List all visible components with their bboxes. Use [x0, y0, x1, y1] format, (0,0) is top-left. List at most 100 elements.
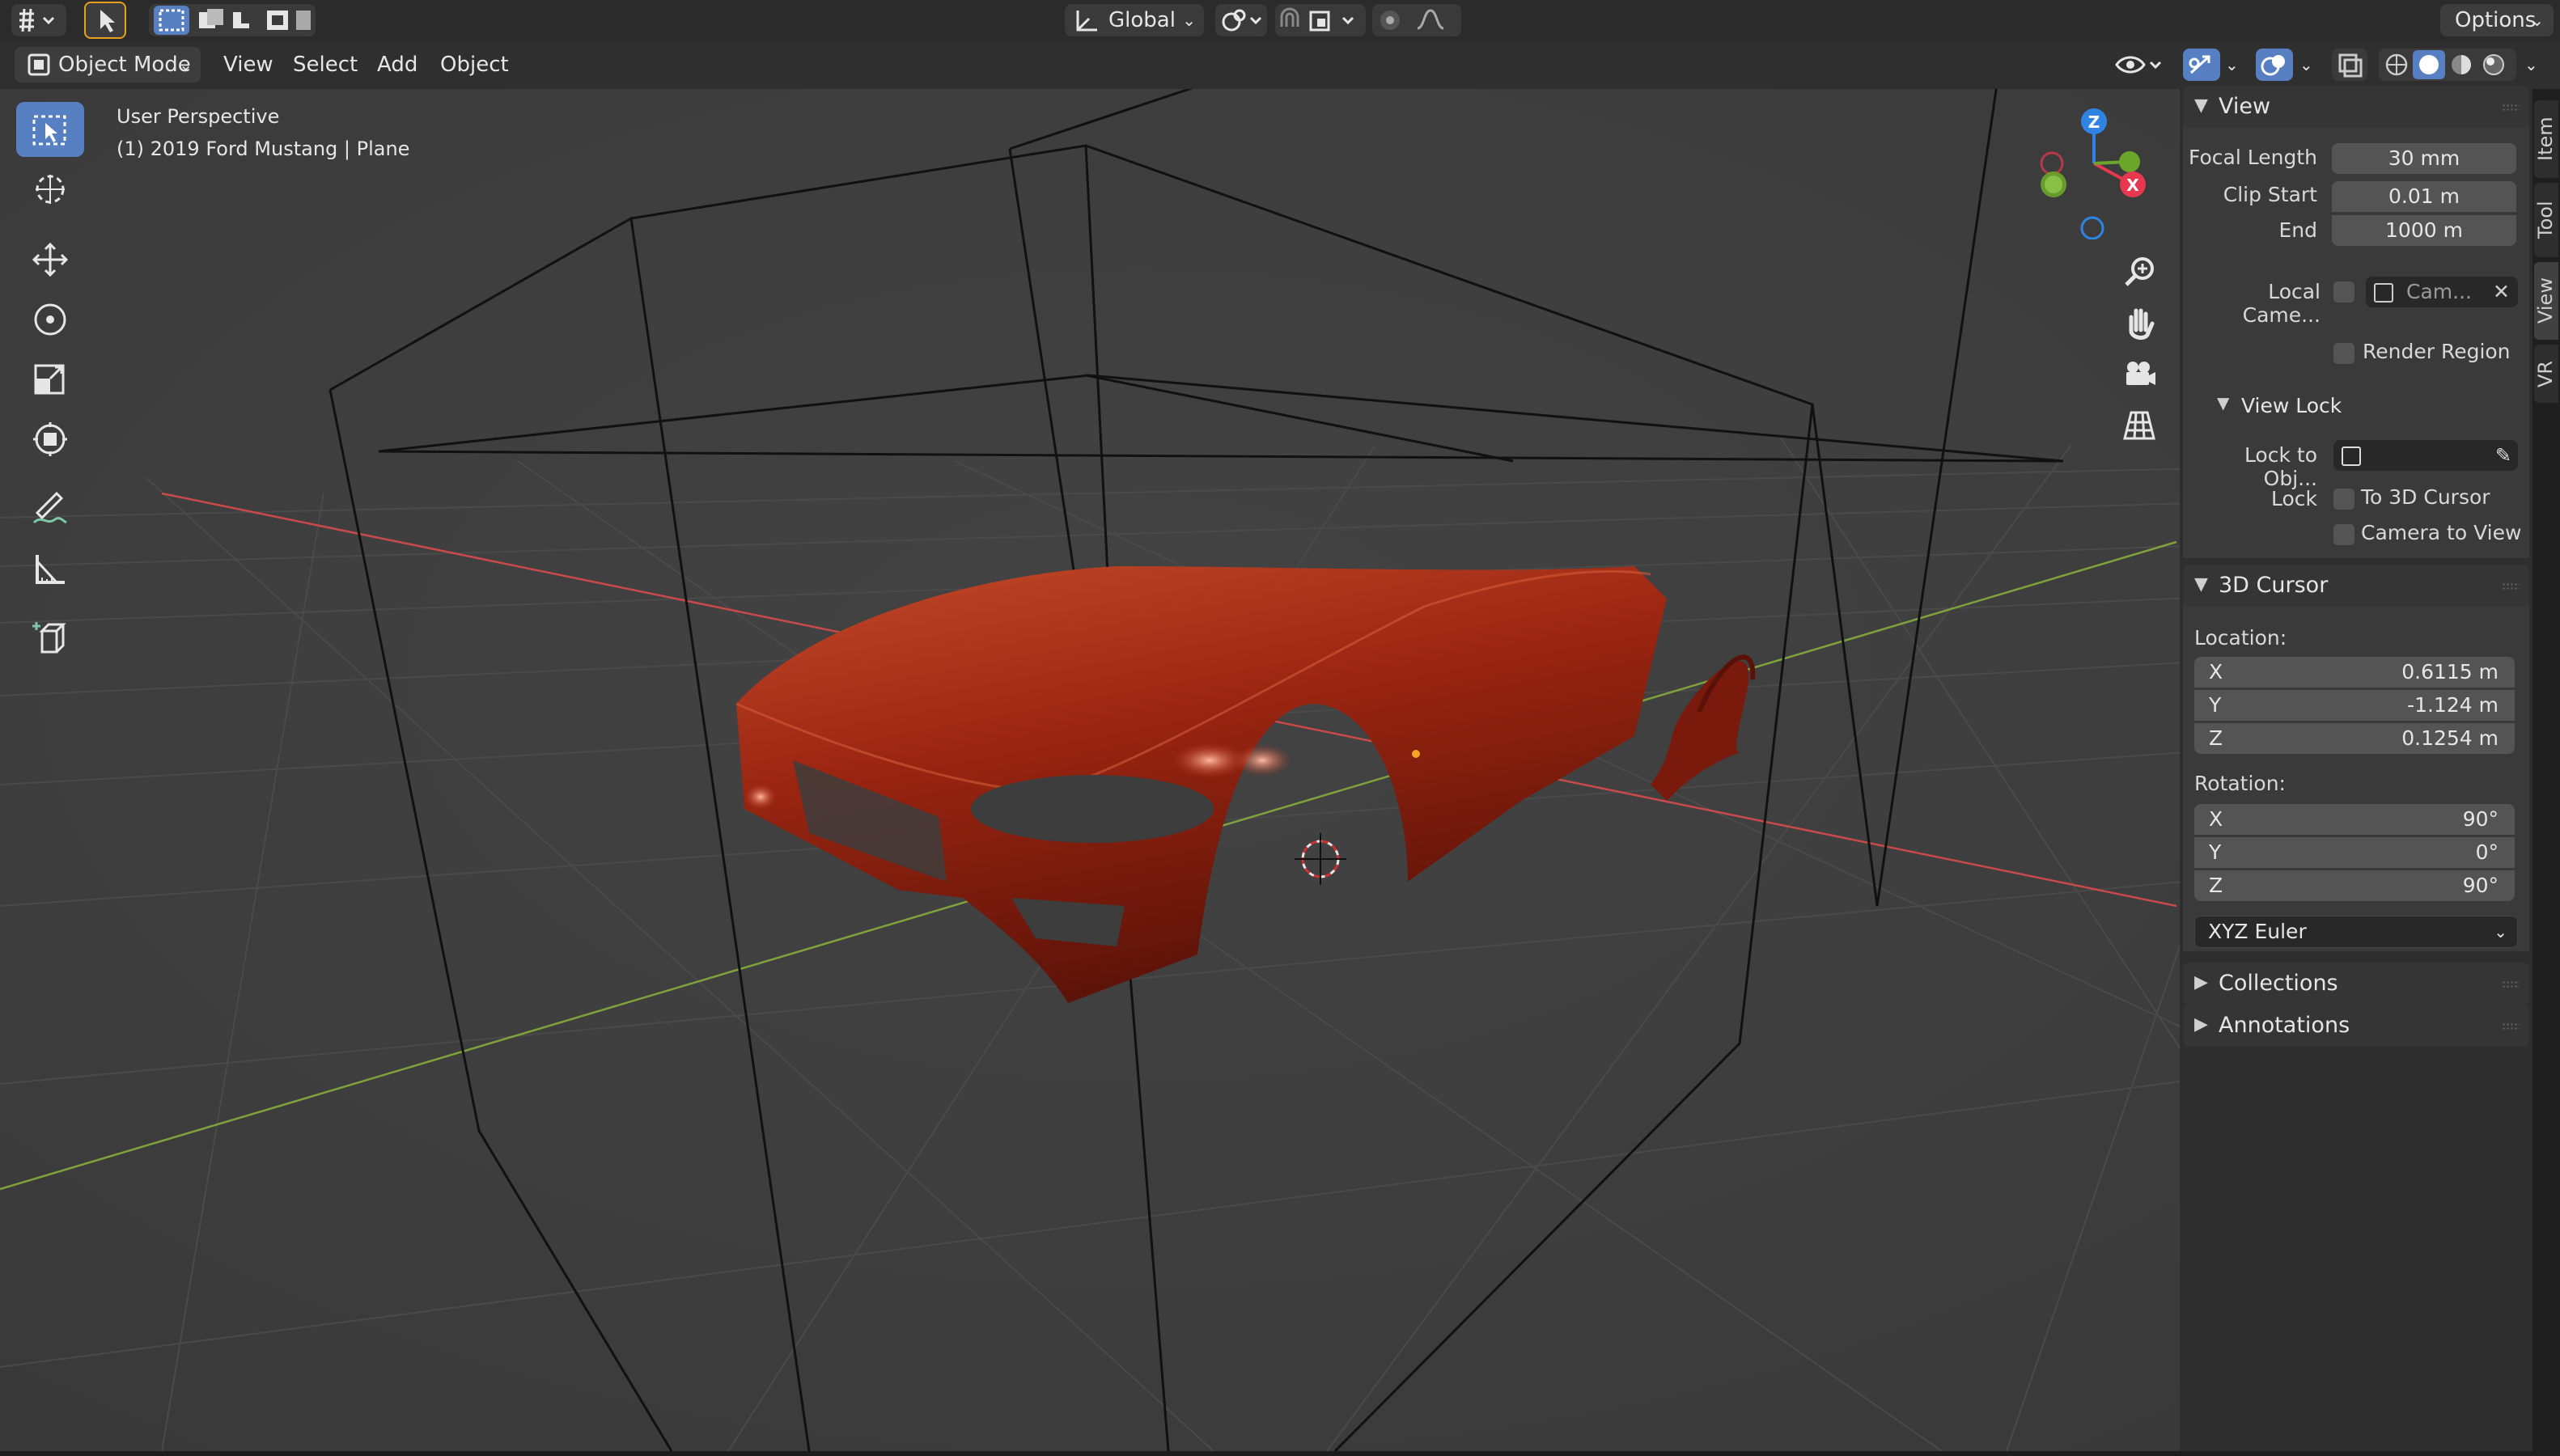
collections-panel-header[interactable]: ▶ Collections — [2183, 963, 2529, 1005]
tool-scale[interactable] — [16, 351, 84, 406]
tool-move[interactable] — [16, 231, 84, 286]
navigation-gizmo[interactable]: Z X — [2023, 102, 2152, 240]
editor-type-button[interactable] — [11, 4, 66, 36]
chevron-down-icon[interactable]: ⌄ — [2225, 47, 2239, 83]
location-z-field[interactable]: Z 0.1254 m — [2194, 723, 2515, 754]
visibility-dropdown[interactable] — [2112, 49, 2167, 81]
chevron-down-icon[interactable]: ⌄ — [2299, 47, 2313, 83]
gizmo-z-label: Z — [2088, 112, 2100, 132]
clip-end-field[interactable]: 1000 m — [2332, 215, 2516, 246]
bottom-status-strip — [0, 1451, 2560, 1456]
camera-to-view-checkbox[interactable] — [2333, 524, 2354, 545]
axis-label: Y — [2209, 693, 2222, 717]
tool-add-cube[interactable] — [16, 610, 84, 665]
chevron-down-icon: ⌄ — [179, 55, 193, 74]
zoom-button[interactable] — [2115, 248, 2164, 296]
xray-toggle[interactable] — [2332, 49, 2367, 81]
triangle-down-icon: ▼ — [2194, 574, 2208, 595]
snap-group[interactable] — [1275, 4, 1366, 36]
clip-start-label: Clip Start — [2223, 183, 2317, 206]
rotation-z-field[interactable]: Z 90° — [2194, 870, 2515, 901]
add-cube-icon — [32, 622, 66, 654]
location-y-field[interactable]: Y -1.124 m — [2194, 690, 2515, 721]
shading-mode-group[interactable] — [2379, 49, 2516, 81]
rotation-mode-value: XYZ Euler — [2208, 920, 2307, 943]
annotations-panel-header[interactable]: ▶ Annotations — [2183, 1005, 2529, 1047]
cursor-panel-header[interactable]: ▼ 3D Cursor — [2183, 565, 2529, 607]
drag-grip-icon[interactable] — [2502, 980, 2520, 988]
tab-tool-label: Tool — [2534, 201, 2557, 239]
lock-to-object-label: Lock to Obj... — [2244, 443, 2317, 490]
options-label: Options — [2455, 8, 2537, 32]
rotation-mode-dropdown[interactable]: XYZ Euler ⌄ — [2194, 916, 2518, 948]
3d-cursor — [1295, 833, 1346, 885]
camera-view-button[interactable] — [2115, 349, 2164, 398]
local-camera-checkbox[interactable] — [2333, 281, 2354, 303]
perspective-label: User Perspective — [117, 105, 280, 128]
pan-button[interactable] — [2115, 299, 2164, 348]
menu-select[interactable]: Select — [282, 47, 369, 83]
pivot-point-dropdown[interactable] — [1215, 4, 1267, 36]
menu-view[interactable]: View — [212, 47, 285, 83]
mode-label: Object Mode — [58, 53, 191, 77]
location-label: Location: — [2194, 626, 2287, 650]
tab-item-label: Item — [2534, 116, 2557, 162]
triangle-right-icon: ▶ — [2194, 1014, 2208, 1035]
overlays-icon — [2261, 55, 2285, 76]
to-3d-cursor-checkbox[interactable] — [2333, 489, 2354, 510]
move-icon — [32, 242, 69, 277]
options-button[interactable]: Options ⌄ — [2440, 4, 2554, 36]
menu-object[interactable]: Object — [429, 47, 520, 83]
rotation-y-field[interactable]: Y 0° — [2194, 837, 2515, 868]
object-mode-dropdown[interactable]: Object Mode ⌄ — [15, 47, 201, 83]
focal-length-field[interactable]: 30 mm — [2332, 143, 2516, 174]
clear-x-icon[interactable]: ✕ — [2493, 277, 2510, 307]
local-camera-field[interactable]: Cam... ✕ — [2366, 277, 2518, 307]
tool-transform[interactable] — [16, 411, 84, 466]
tab-item[interactable]: Item — [2534, 100, 2558, 178]
tool-select-box[interactable] — [16, 102, 84, 157]
tool-annotate[interactable] — [16, 480, 84, 535]
selection-mode-group[interactable] — [149, 4, 316, 36]
eyedropper-icon[interactable]: ✎ — [2495, 440, 2511, 471]
local-camera-value: Cam... — [2406, 280, 2472, 303]
rotation-x-field[interactable]: X 90° — [2194, 804, 2515, 835]
proportional-editing-group[interactable] — [1372, 4, 1461, 36]
tab-tool[interactable]: Tool — [2534, 183, 2558, 257]
drag-grip-icon[interactable] — [2502, 1022, 2520, 1031]
tool-measure[interactable] — [16, 540, 84, 595]
menu-add[interactable]: Add — [366, 47, 429, 83]
select-tool-button[interactable] — [84, 2, 126, 39]
orientation-label: Global — [1108, 8, 1176, 32]
location-x-field[interactable]: X 0.6115 m — [2194, 657, 2515, 688]
perspective-toggle-button[interactable] — [2115, 401, 2164, 450]
triangle-down-icon: ▼ — [2194, 95, 2208, 116]
scale-icon — [34, 364, 65, 395]
local-camera-label: Local Came... — [2242, 280, 2321, 327]
transform-orientation-dropdown[interactable]: Global ⌄ — [1065, 4, 1204, 36]
axis-label: Z — [2209, 726, 2223, 750]
view-lock-subheader[interactable]: ▼ View Lock — [2193, 390, 2529, 422]
overlays-toggle[interactable] — [2256, 49, 2293, 81]
view-lock-title: View Lock — [2241, 394, 2342, 417]
tool-rotate[interactable] — [16, 291, 84, 346]
view-panel-header[interactable]: ▼ View — [2183, 86, 2529, 128]
collections-title: Collections — [2219, 971, 2338, 996]
tool-cursor[interactable] — [16, 162, 84, 217]
lock-to-object-field[interactable]: ✎ — [2333, 440, 2518, 471]
triangle-down-icon: ▼ — [2217, 393, 2230, 413]
axis-value: 0° — [2475, 840, 2499, 864]
tab-view[interactable]: View — [2534, 262, 2558, 340]
clip-start-field[interactable]: 0.01 m — [2332, 181, 2516, 212]
axis-gizmo-icon: Z X — [2040, 108, 2146, 240]
drag-grip-icon[interactable] — [2502, 104, 2520, 112]
render-region-label: Render Region — [2363, 340, 2511, 363]
drag-grip-icon[interactable] — [2502, 582, 2520, 590]
viewport-info-text: User Perspective (1) 2019 Ford Mustang |… — [117, 100, 409, 165]
tab-vr[interactable]: VR — [2534, 345, 2558, 403]
render-region-checkbox[interactable] — [2333, 343, 2354, 364]
xray-icon — [2338, 53, 2363, 78]
focal-length-label: Focal Length — [2189, 146, 2317, 169]
chevron-down-icon[interactable]: ⌄ — [2524, 47, 2538, 83]
gizmo-toggle[interactable] — [2183, 49, 2220, 81]
